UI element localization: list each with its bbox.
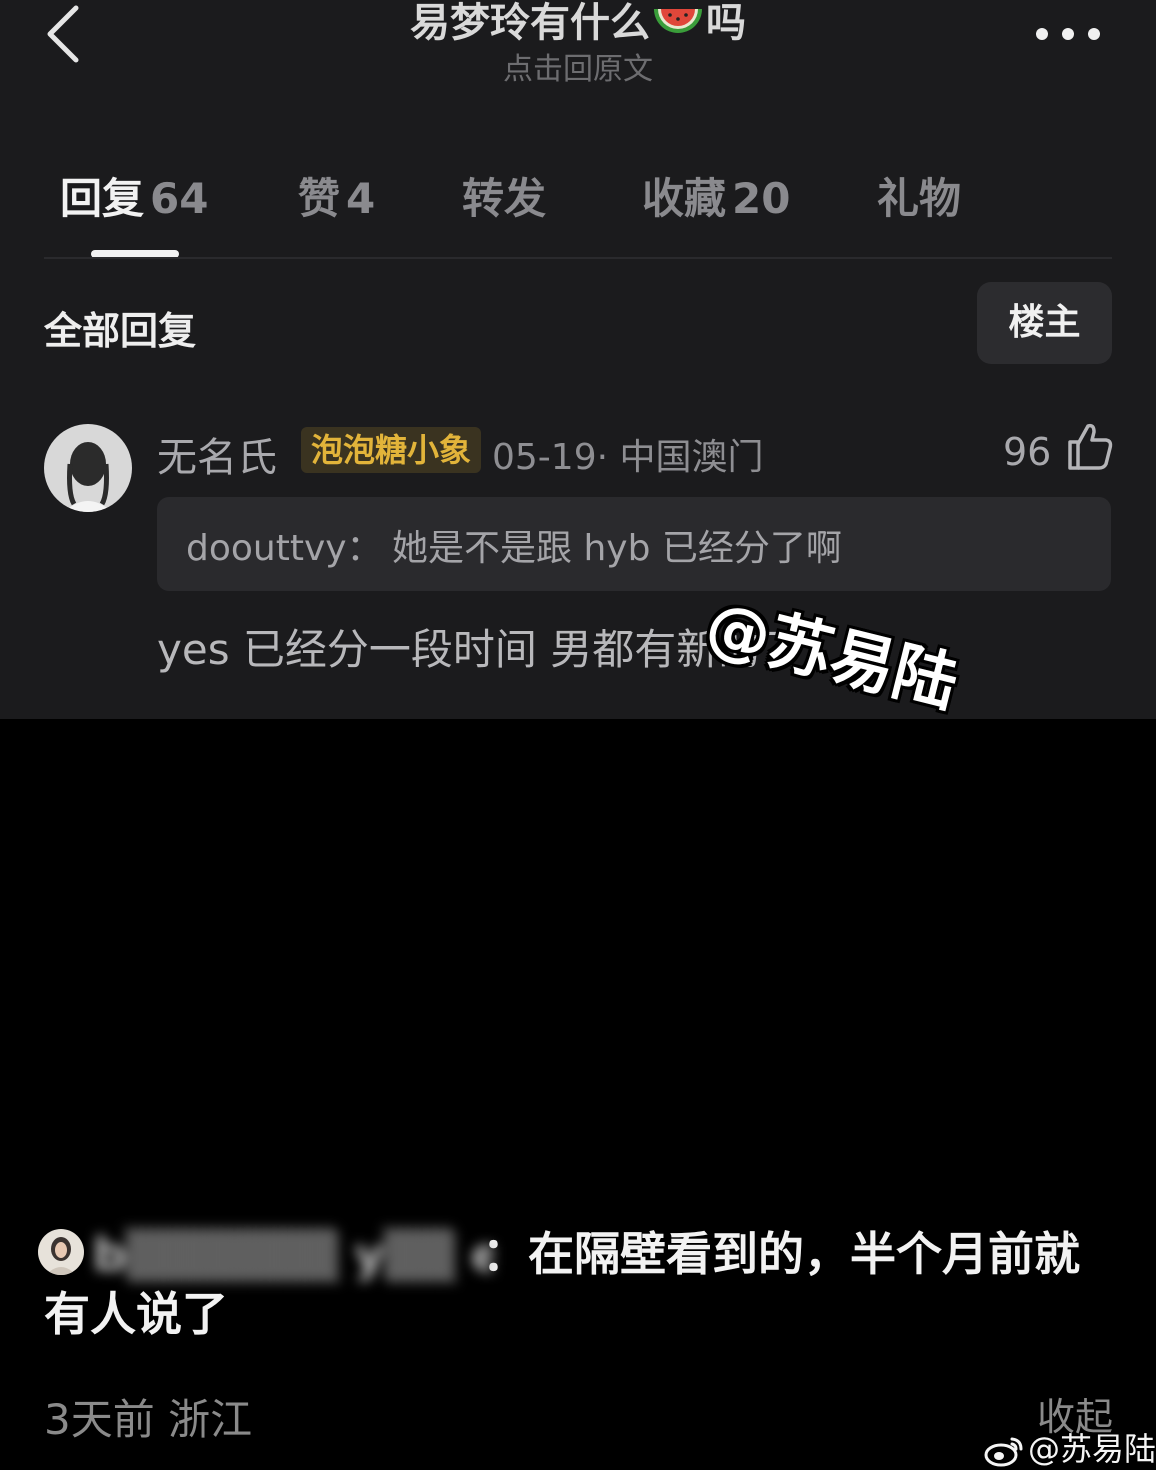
more-options-button[interactable]: [1030, 20, 1106, 48]
tab-replies[interactable]: 回复 64: [60, 165, 208, 226]
avatar[interactable]: [44, 424, 132, 512]
weibo-watermark-text: @苏易陆: [1028, 1430, 1156, 1468]
like-count: 96: [1003, 430, 1052, 474]
page-title: 易梦玲有什么 吗: [0, 0, 1156, 48]
tab-label: 礼物: [877, 174, 962, 223]
tab-gifts[interactable]: 礼物: [877, 165, 961, 226]
tab-reposts[interactable]: 转发: [462, 165, 546, 226]
tab-label: 转发: [462, 174, 547, 223]
tab-label: 收藏: [642, 174, 727, 223]
tab-favorites[interactable]: 收藏 20: [642, 165, 790, 226]
section-title: 全部回复: [44, 309, 197, 353]
divider: [44, 257, 1112, 259]
reply-meta: 05-19· 中国澳门: [492, 437, 764, 478]
avatar-image: [44, 424, 132, 512]
quote-author: doouttvy：: [186, 528, 383, 569]
weibo-logo-icon: [984, 1437, 1023, 1467]
thumbs-up-icon: [1068, 423, 1113, 470]
commenter-username[interactable]: b▒▒▒▒▒▒ y▒▒ e: [93, 1228, 493, 1286]
tab-label: 赞: [298, 174, 341, 223]
tab-count: 20: [732, 174, 791, 223]
page-title-text: 易梦玲有什么: [410, 0, 650, 46]
comment-location: 浙江: [168, 1395, 253, 1444]
tab-label: 回复: [60, 174, 145, 223]
watermelon-icon: [650, 3, 706, 47]
reply-username[interactable]: 无名氏: [157, 425, 277, 483]
comment-time: 3天前: [44, 1395, 155, 1444]
more-dots-icon: [1036, 28, 1100, 40]
user-badge: 泡泡糖小象: [301, 427, 482, 473]
tab-count: 64: [150, 174, 209, 223]
page-title-suffix: 吗: [706, 0, 746, 46]
op-only-filter-button[interactable]: 楼主: [977, 282, 1112, 364]
quote-text: 她是不是跟 hyb 已经分了啊: [392, 528, 842, 569]
weibo-watermark: @苏易陆: [984, 1424, 1156, 1470]
back-to-original-link[interactable]: 点击回原文: [0, 44, 1156, 88]
tab-count: 4: [346, 174, 376, 223]
tab-likes[interactable]: 赞4: [298, 165, 375, 226]
comment-meta: 3天前 浙江: [44, 1386, 252, 1447]
like-button[interactable]: [1064, 420, 1116, 472]
tab-bar: 回复 64 赞4 转发 收藏 20 礼物: [0, 165, 1156, 225]
